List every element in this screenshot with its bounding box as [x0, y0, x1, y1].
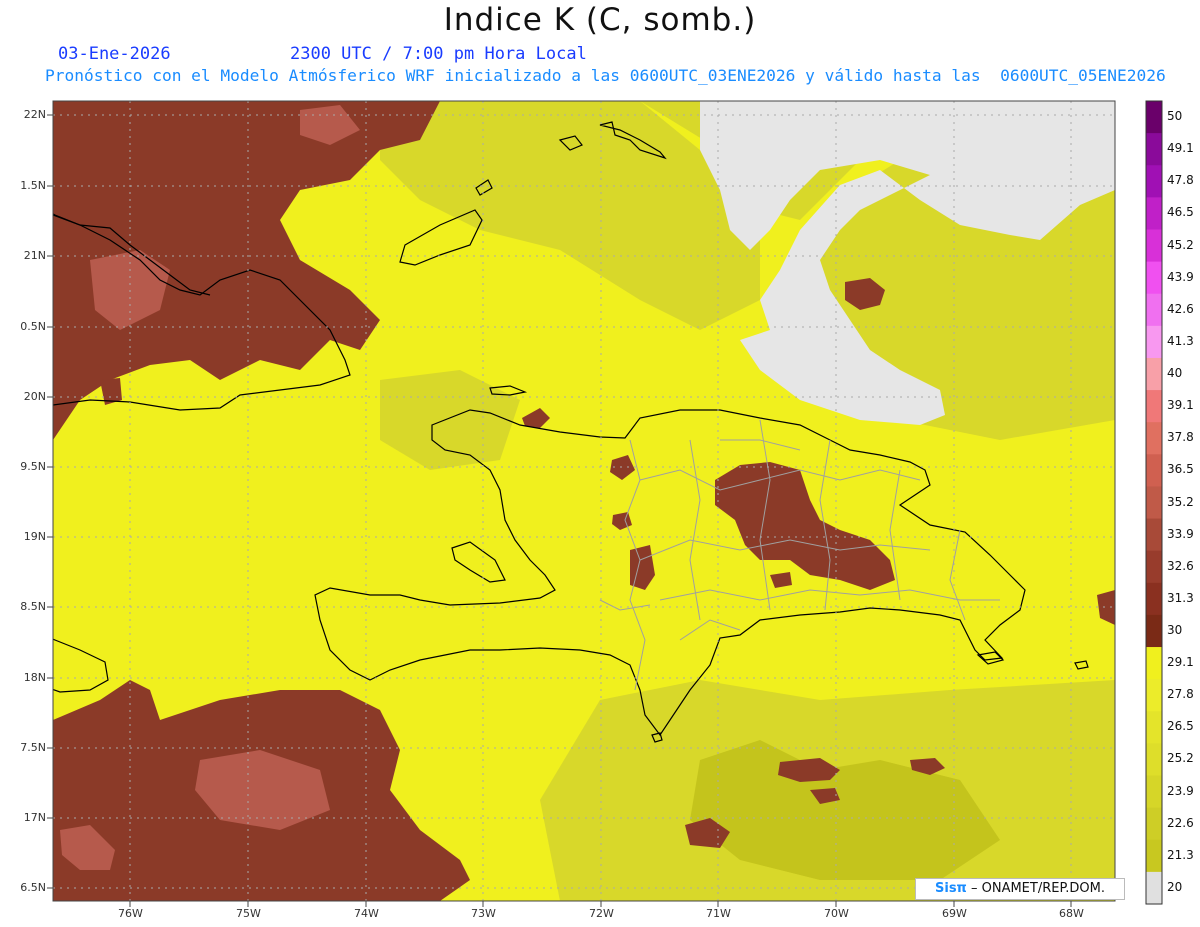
latitude-label: 7.5N: [20, 741, 46, 754]
colorbar-swatch: [1146, 486, 1162, 520]
latitude-label: 9.5N: [20, 460, 46, 473]
colorbar-label: 40: [1167, 366, 1183, 381]
colorbar-swatch: [1146, 711, 1162, 744]
colorbar-label: 36.5: [1167, 462, 1194, 477]
colorbar-swatch: [1146, 390, 1162, 423]
colorbar-swatch: [1146, 679, 1162, 712]
colorbar-label: 46.5: [1167, 205, 1194, 220]
longitude-label: 72W: [589, 907, 614, 920]
colorbar-label: 43.9: [1167, 269, 1194, 284]
colorbar-label: 31.3: [1167, 590, 1194, 605]
colorbar-label: 33.9: [1167, 526, 1194, 541]
longitude-label: 71W: [706, 907, 731, 920]
longitude-label: 69W: [942, 907, 967, 920]
colorbar-swatch: [1146, 807, 1162, 841]
longitude-label: 73W: [471, 907, 496, 920]
colorbar-label: 41.3: [1167, 333, 1194, 348]
colorbar-swatch: [1146, 101, 1162, 134]
colorbar-swatch: [1146, 518, 1162, 552]
colorbar-label: 37.8: [1167, 430, 1194, 445]
colorbar-swatch: [1146, 197, 1162, 231]
latitude-label: 19N: [23, 530, 46, 543]
colorbar-swatch: [1146, 229, 1162, 263]
colorbar-label: 47.8: [1167, 173, 1194, 188]
longitude-label: 70W: [824, 907, 849, 920]
latitude-label: 18N: [23, 671, 46, 684]
colorbar-label: 26.5: [1167, 719, 1194, 734]
colorbar-swatch: [1146, 165, 1162, 198]
colorbar-swatch: [1146, 582, 1162, 616]
colorbar-label: 21.3: [1167, 847, 1194, 862]
colorbar-label: 50: [1167, 109, 1183, 124]
credit-brand: Sisπ: [935, 881, 967, 896]
colorbar: [1146, 101, 1162, 905]
colorbar-swatch: [1146, 614, 1162, 648]
latitude-label: 0.5N: [20, 320, 46, 333]
latitude-label: 1.5N: [20, 179, 46, 192]
colorbar-swatch: [1146, 133, 1162, 166]
colorbar-swatch: [1146, 454, 1162, 488]
colorbar-label: 42.6: [1167, 301, 1194, 316]
colorbar-swatch: [1146, 871, 1162, 905]
colorbar-label: 39.1: [1167, 398, 1194, 413]
colorbar-label: 32.6: [1167, 558, 1194, 573]
colorbar-label: 30: [1167, 622, 1183, 637]
map-field: [53, 101, 1115, 901]
colorbar-swatch: [1146, 775, 1162, 809]
latitude-label: 8.5N: [20, 600, 46, 613]
colorbar-swatch: [1146, 293, 1162, 327]
longitude-label: 68W: [1059, 907, 1084, 920]
colorbar-swatch: [1146, 550, 1162, 584]
colorbar-swatch: [1146, 743, 1162, 777]
credit-box: Sisπ – ONAMET/REP.DOM.: [915, 878, 1125, 900]
colorbar-label: 27.8: [1167, 687, 1194, 702]
colorbar-swatch: [1146, 647, 1162, 680]
colorbar-swatch: [1146, 839, 1162, 873]
longitude-label: 76W: [118, 907, 143, 920]
latitude-label: 20N: [23, 390, 46, 403]
k-index-map: [47, 100, 1163, 907]
colorbar-label: 45.2: [1167, 237, 1194, 252]
colorbar-swatch: [1146, 422, 1162, 455]
colorbar-label: 23.9: [1167, 783, 1194, 798]
latitude-label: 6.5N: [20, 881, 46, 894]
latitude-label: 17N: [23, 811, 46, 824]
colorbar-label: 25.2: [1167, 751, 1194, 766]
longitude-label: 74W: [354, 907, 379, 920]
colorbar-swatch: [1146, 357, 1162, 391]
longitude-label: 75W: [236, 907, 261, 920]
latitude-label: 21N: [23, 249, 46, 262]
colorbar-label: 35.2: [1167, 494, 1194, 509]
colorbar-swatch: [1146, 261, 1162, 295]
colorbar-swatch: [1146, 325, 1162, 359]
colorbar-label: 29.1: [1167, 655, 1194, 670]
colorbar-label: 49.1: [1167, 141, 1194, 156]
latitude-label: 22N: [23, 108, 46, 121]
colorbar-label: 22.6: [1167, 815, 1194, 830]
colorbar-label: 20: [1167, 879, 1183, 894]
credit-text: – ONAMET/REP.DOM.: [966, 881, 1105, 896]
